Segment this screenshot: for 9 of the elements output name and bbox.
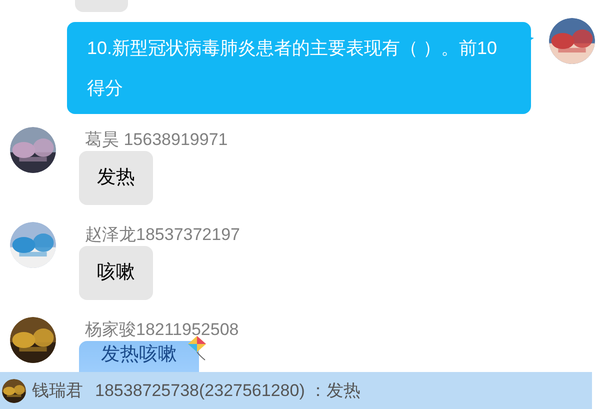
chat-bubble — [75, 0, 128, 12]
sender-name: 赵泽龙18537372197 — [85, 224, 240, 246]
notice-text: 18538725738(2327561280) ：发热 — [95, 380, 361, 402]
kite-icon — [187, 335, 207, 361]
chat-message: 咳嗽 — [79, 246, 153, 300]
notice-name: 钱瑞君 — [32, 380, 83, 402]
sender-name: 葛昊 15638919971 — [85, 129, 228, 151]
chat-message: 发热 — [79, 151, 153, 205]
sender-name: 杨家骏18211952508 — [85, 319, 239, 341]
